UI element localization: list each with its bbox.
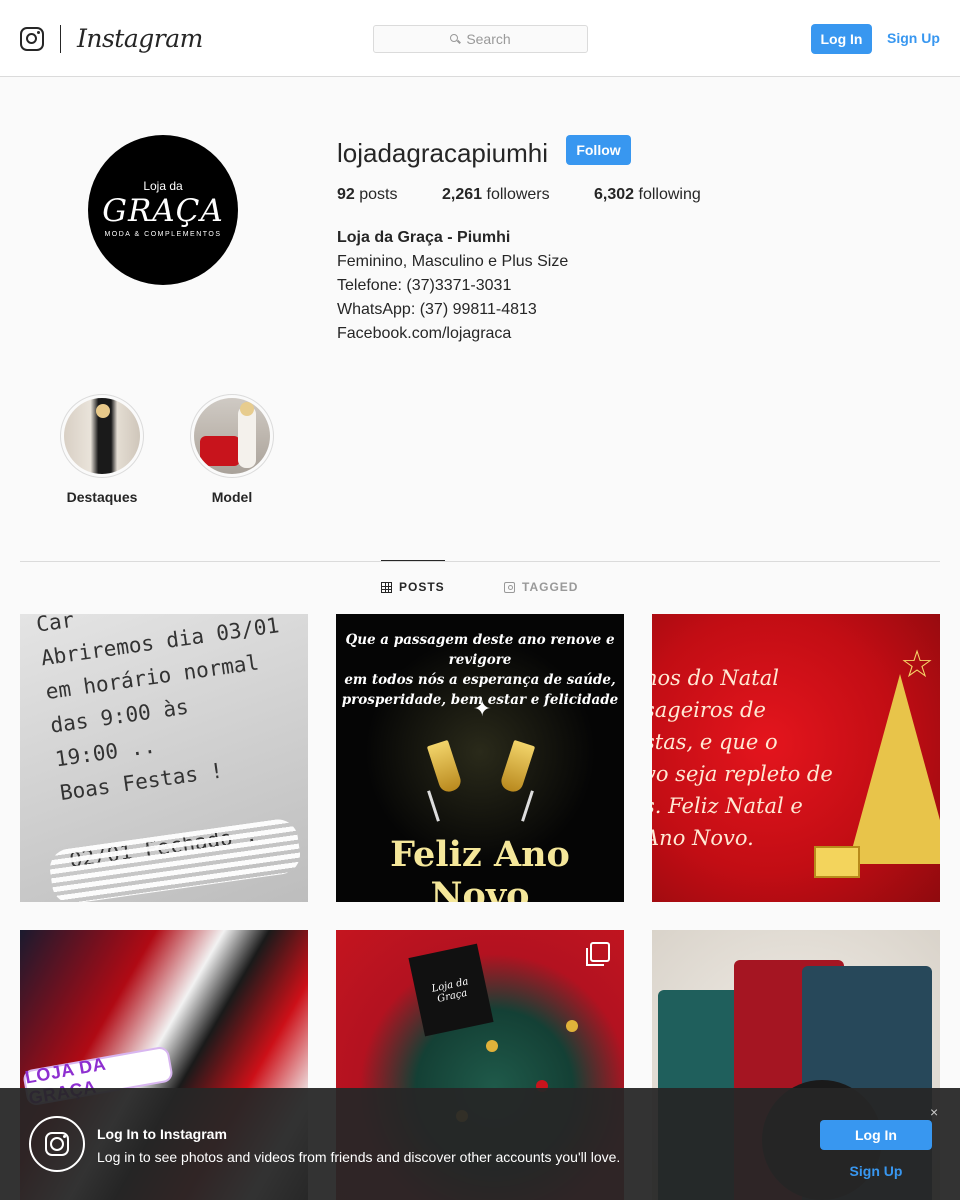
post-image-title: Feliz Ano Novo [390, 834, 570, 902]
highlight-thumbnail [64, 398, 140, 474]
active-tab-indicator [381, 560, 445, 561]
post-image-text: nos do Natal sageiros de stas, e que o v… [652, 666, 833, 850]
gift-icon [814, 846, 860, 878]
glass-stem [427, 790, 440, 822]
highlight-label: Model [211, 489, 253, 505]
profile-username: lojadagracapiumhi [337, 138, 549, 168]
bio-line: Telefone: (37)3371-3031 [337, 277, 512, 294]
stat-followers[interactable]: 2,261 followers [442, 186, 550, 204]
tab-posts-label: POSTS [399, 580, 445, 594]
tab-tagged-label: TAGGED [522, 580, 579, 594]
instagram-icon [29, 1116, 85, 1172]
banner-title: Log In to Instagram [97, 1126, 227, 1142]
avatar-logo-line3: MODA & COMPLEMENTOS [104, 231, 222, 238]
logo-divider [60, 25, 61, 53]
follow-button[interactable]: Follow [566, 135, 631, 165]
highlight-ring [60, 394, 144, 478]
stat-posts: 92 posts [337, 186, 398, 204]
highlight-ring [190, 394, 274, 478]
instagram-camera-icon[interactable] [20, 27, 44, 51]
banner-signup-link[interactable]: Sign Up [820, 1163, 932, 1179]
highlight-model[interactable]: Model [190, 394, 274, 505]
stat-posts-label: posts [359, 186, 398, 203]
highlight-label: Destaques [66, 489, 138, 505]
highlight-destaques[interactable]: Destaques [60, 394, 144, 505]
top-nav-bar: Instagram Search Log In Sign Up [0, 0, 960, 77]
champagne-glass-icon [498, 739, 536, 795]
tabs-divider [20, 561, 940, 562]
login-button[interactable]: Log In [811, 24, 872, 54]
profile-avatar[interactable]: Loja da GRAÇA MODA & COMPLEMENTOS [88, 135, 238, 285]
stat-posts-count: 92 [337, 186, 355, 203]
bio-link[interactable]: Facebook.com/lojagraca [337, 322, 568, 346]
bio-line: Feminino, Masculino e Plus Size [337, 253, 569, 270]
bio-line: WhatsApp: (37) 99811-4813 [337, 301, 537, 318]
stat-following[interactable]: 6,302 following [594, 186, 701, 204]
star-icon: ☆ [900, 644, 935, 686]
post-thumbnail[interactable]: nos do Natal sageiros de stas, e que o v… [652, 614, 940, 902]
champagne-glass-icon [426, 739, 464, 795]
search-input[interactable]: Search [373, 25, 588, 53]
stat-followers-label: followers [486, 186, 550, 203]
post-thumbnail[interactable]: Car Abriremos dia 03/01 em horário norma… [20, 614, 308, 902]
banner-login-button[interactable]: Log In [820, 1120, 932, 1150]
signup-link[interactable]: Sign Up [887, 30, 940, 46]
glass-stem [521, 790, 534, 822]
shopping-bag: Loja da Graça [408, 943, 494, 1037]
avatar-logo-line1: Loja da [143, 179, 183, 193]
search-placeholder: Search [466, 31, 511, 47]
bio-name: Loja da Graça - Piumhi [337, 229, 511, 246]
christmas-tree-icon [848, 674, 940, 864]
post-thumbnail[interactable]: Que a passagem deste ano renove e revigo… [336, 614, 624, 902]
instagram-wordmark[interactable]: Instagram [77, 24, 203, 53]
tab-posts[interactable]: POSTS [381, 580, 445, 594]
stat-followers-count: 2,261 [442, 186, 483, 203]
avatar-logo-line2: GRAÇA [102, 193, 224, 229]
tab-tagged[interactable]: TAGGED [504, 580, 578, 594]
stat-following-label: following [638, 186, 701, 203]
close-icon[interactable]: × [930, 1104, 938, 1120]
sparkle-icon: ✦ [473, 696, 492, 721]
login-prompt-banner: Log In to Instagram Log in to see photos… [0, 1088, 960, 1200]
stat-following-count: 6,302 [594, 186, 635, 203]
highlight-thumbnail [194, 398, 270, 474]
search-icon [450, 34, 460, 44]
profile-bio: Loja da Graça - Piumhi Feminino, Masculi… [337, 226, 568, 346]
ornament [566, 1020, 578, 1032]
grid-icon [381, 581, 392, 593]
ornament [486, 1040, 498, 1052]
banner-text: Log in to see photos and videos from fri… [97, 1149, 621, 1165]
tagged-icon [504, 581, 515, 593]
carousel-icon [586, 942, 610, 966]
